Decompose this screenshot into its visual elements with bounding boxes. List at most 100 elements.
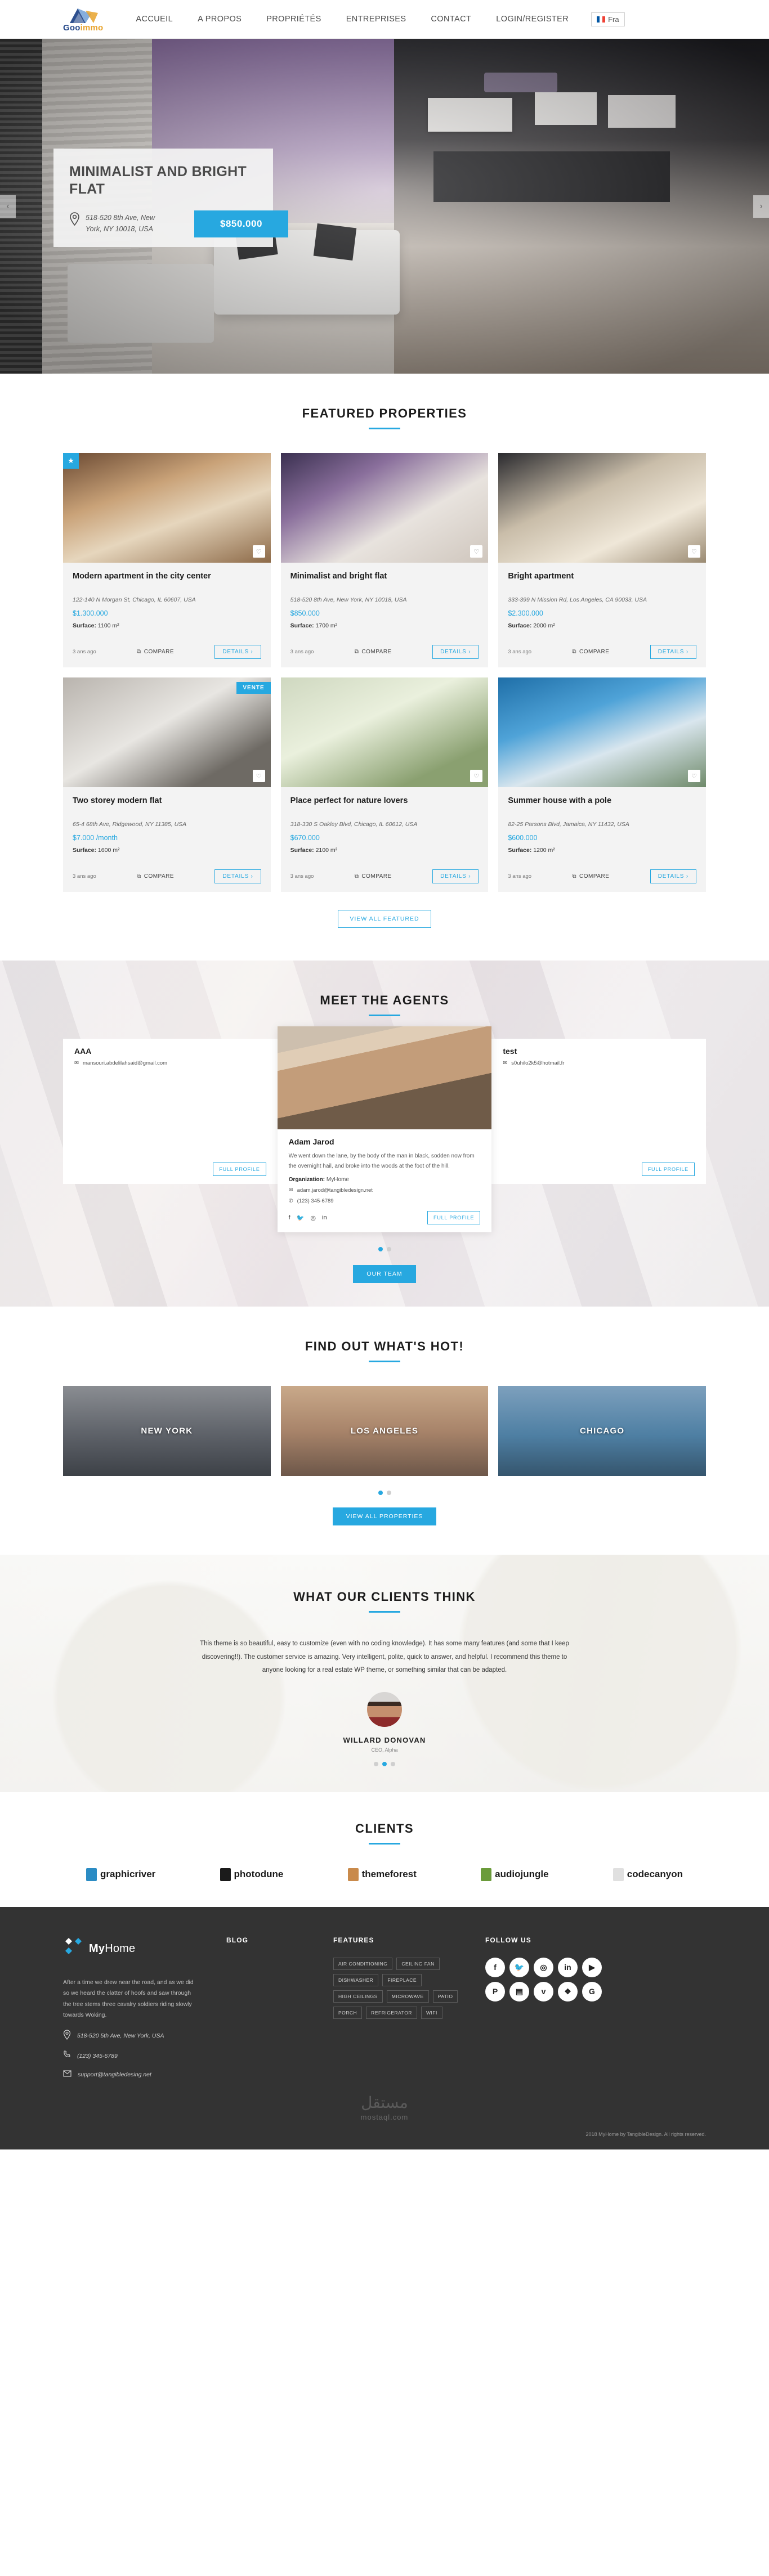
agents-section-title: MEET THE AGENTS [320, 993, 449, 1007]
agent-full-profile-button[interactable]: FULL PROFILE [641, 1163, 695, 1176]
agent-email-line[interactable]: ✉ adam.jarod@tangibledesign.net [289, 1187, 481, 1193]
nav-item-contact[interactable]: CONTACT [418, 15, 484, 24]
slideshare-icon[interactable]: ▤ [509, 1981, 529, 2001]
compare-button[interactable]: ⧉ COMPARE [137, 649, 174, 655]
hero-prev-button[interactable]: ‹ [0, 195, 16, 218]
compare-button[interactable]: ⧉ COMPARE [355, 649, 392, 655]
agent-full-profile-button[interactable]: FULL PROFILE [427, 1211, 481, 1224]
feature-tag[interactable]: HIGH CEILINGS [333, 1990, 383, 2003]
agent-social-links[interactable]: f 🐦 ◎ in [289, 1214, 327, 1222]
client-logo[interactable]: codecanyon [612, 1868, 683, 1881]
twitter-icon[interactable]: 🐦 [509, 1957, 529, 1977]
agent-phone-line[interactable]: ✆ (123) 345-6789 [289, 1198, 481, 1204]
cities-carousel-dots[interactable] [63, 1491, 706, 1495]
property-card[interactable]: ♡ Summer house with a pole 82-25 Parsons B… [498, 677, 706, 892]
favorite-heart-icon[interactable]: ♡ [252, 770, 265, 782]
carousel-dot-1[interactable] [374, 1761, 378, 1766]
site-logo[interactable]: Gooimmo [63, 6, 103, 33]
footer-follow-column: FOLLOW US f 🐦 ◎ in ▶ P ▤ v ❖ G [485, 1936, 706, 2079]
feature-tag[interactable]: FIREPLACE [382, 1973, 422, 1986]
client-logo[interactable]: themeforest [347, 1868, 417, 1881]
compare-button[interactable]: ⧉ COMPARE [137, 873, 174, 879]
property-details-button[interactable]: DETAILS › [432, 645, 479, 659]
agent-email-line[interactable]: ✉ s0uhilo2k5@hotmail.fr [503, 1060, 695, 1066]
favorite-heart-icon[interactable]: ♡ [470, 545, 483, 558]
property-card[interactable]: VENTE ♡ Two storey modern flat 65-4 68th Av… [63, 677, 271, 892]
property-details-button[interactable]: DETAILS › [214, 869, 261, 883]
feature-tag[interactable]: DISHWASHER [333, 1973, 379, 1986]
agents-carousel-dots[interactable] [63, 1247, 706, 1251]
property-price: $7.000 /month [73, 834, 118, 842]
view-all-properties-button[interactable]: VIEW ALL PROPERTIES [332, 1507, 437, 1525]
instagram-icon[interactable]: ◎ [534, 1957, 553, 1977]
dropbox-icon[interactable]: ❖ [558, 1981, 578, 2001]
favorite-heart-icon[interactable]: ♡ [252, 545, 265, 558]
footer-email-line[interactable]: support@tangibledesing.net [63, 2070, 226, 2079]
agent-card[interactable]: AAA ✉ mansouri.abdelilahsaid@gmail.com FULL… [63, 1039, 278, 1184]
nav-item-a-propos[interactable]: A PROPOS [185, 15, 254, 24]
feature-tag[interactable]: PATIO [432, 1990, 458, 2003]
compare-button[interactable]: ⧉ COMPARE [572, 873, 609, 879]
feature-tag[interactable]: CEILING FAN [396, 1957, 440, 1970]
linkedin-icon[interactable]: in [322, 1214, 327, 1222]
our-team-button[interactable]: OUR TEAM [353, 1265, 416, 1283]
hero-slider[interactable]: MINIMALIST AND BRIGHT FLAT 518-520 8th A… [0, 39, 769, 374]
footer-phone-line[interactable]: (123) 345-6789 [63, 2050, 226, 2061]
feature-tag[interactable]: MICROWAVE [386, 1990, 429, 2003]
logo-house-icon [66, 6, 100, 25]
nav-item-entreprises[interactable]: ENTREPRISES [334, 15, 419, 24]
linkedin-icon[interactable]: in [558, 1957, 578, 1977]
envelope-icon: ✉ [503, 1060, 508, 1066]
carousel-dot-2[interactable] [382, 1761, 387, 1766]
testimonial-carousel-dots[interactable] [0, 1761, 769, 1766]
favorite-heart-icon[interactable]: ♡ [470, 770, 483, 782]
language-selector[interactable]: Fra [591, 12, 625, 26]
vimeo-icon[interactable]: v [534, 1981, 553, 2001]
city-card[interactable]: LOS ANGELES [280, 1386, 489, 1476]
agent-card[interactable]: test ✉ s0uhilo2k5@hotmail.fr FULL PROFILE [491, 1039, 706, 1184]
google-icon[interactable]: G [582, 1981, 602, 2001]
compare-button[interactable]: ⧉ COMPARE [572, 649, 609, 655]
client-logo[interactable]: photodune [220, 1868, 283, 1881]
property-card[interactable]: ♡ Place perfect for nature lovers 318-330 … [280, 677, 489, 892]
feature-tag[interactable]: AIR CONDITIONING [333, 1957, 393, 1970]
favorite-heart-icon[interactable]: ♡ [687, 770, 700, 782]
view-all-featured-button[interactable]: VIEW ALL FEATURED [338, 910, 431, 928]
instagram-icon[interactable]: ◎ [310, 1214, 316, 1222]
nav-item-login-register[interactable]: LOGIN/REGISTER [484, 15, 581, 24]
footer-logo[interactable]: MyHome [63, 1936, 226, 1962]
city-card[interactable]: CHICAGO [498, 1386, 706, 1476]
hero-next-button[interactable]: › [753, 195, 769, 218]
property-details-button[interactable]: DETAILS › [650, 645, 696, 659]
carousel-dot-2[interactable] [386, 1247, 391, 1251]
property-details-button[interactable]: DETAILS › [650, 869, 696, 883]
pinterest-icon[interactable]: P [485, 1981, 505, 2001]
agent-full-profile-button[interactable]: FULL PROFILE [213, 1163, 266, 1176]
feature-tag[interactable]: PORCH [333, 2006, 363, 2019]
carousel-dot-2[interactable] [386, 1491, 391, 1495]
property-card[interactable]: ♡ Bright apartment 333-399 N Mission Rd, L… [498, 453, 706, 667]
property-card[interactable]: ★ ♡ Modern apartment in the city center 122… [63, 453, 271, 667]
agent-card[interactable]: Adam Jarod We went down the lane, by the … [277, 1026, 492, 1232]
property-card[interactable]: ♡ Minimalist and bright flat 518-520 8th A… [280, 453, 489, 667]
twitter-icon[interactable]: 🐦 [297, 1214, 305, 1222]
city-card[interactable]: NEW YORK [63, 1386, 271, 1476]
compare-button[interactable]: ⧉ COMPARE [355, 873, 392, 879]
nav-item-accueil[interactable]: ACCUEIL [123, 15, 185, 24]
property-details-button[interactable]: DETAILS › [432, 869, 479, 883]
carousel-dot-3[interactable] [391, 1761, 395, 1766]
agent-name: AAA [74, 1047, 92, 1056]
feature-tag[interactable]: REFRIGERATOR [366, 2006, 417, 2019]
carousel-dot-1[interactable] [378, 1247, 383, 1251]
nav-item-proprietes[interactable]: PROPRIÉTÉS [254, 15, 333, 24]
client-logo[interactable]: audiojungle [481, 1868, 549, 1881]
agent-email-line[interactable]: ✉ mansouri.abdelilahsaid@gmail.com [74, 1060, 266, 1066]
feature-tag[interactable]: WIFI [421, 2006, 442, 2019]
client-logo[interactable]: graphicriver [86, 1868, 155, 1881]
favorite-heart-icon[interactable]: ♡ [687, 545, 700, 558]
facebook-icon[interactable]: f [485, 1957, 505, 1977]
property-details-button[interactable]: DETAILS › [214, 645, 261, 659]
youtube-icon[interactable]: ▶ [582, 1957, 602, 1977]
facebook-icon[interactable]: f [289, 1214, 290, 1222]
carousel-dot-1[interactable] [378, 1491, 383, 1495]
